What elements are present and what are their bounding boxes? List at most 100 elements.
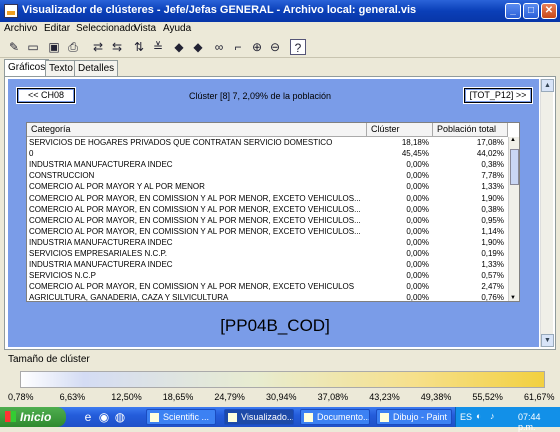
size-gradient-bar [20, 371, 545, 388]
cell-cluster: 0,00% [406, 204, 429, 214]
arrow-right-icon[interactable]: ◆ [190, 39, 206, 55]
table-scroll-down-icon[interactable]: ▼ [510, 295, 516, 301]
maximize-button[interactable]: □ [523, 3, 539, 19]
table-row[interactable]: 0 45,45% 44,02% [27, 149, 508, 158]
menu-archivo[interactable]: Archivo [4, 23, 37, 34]
explorer-icon[interactable]: ◉ [96, 409, 112, 425]
table-row[interactable]: CONSTRUCCION 0,00% 7,78% [27, 171, 508, 180]
clock: 07:44 p.m. [518, 412, 541, 432]
menu-editar[interactable]: Editar [44, 23, 70, 34]
task-paint[interactable]: Dibujo - Paint [376, 409, 452, 425]
table-row[interactable]: COMERCIO AL POR MAYOR, EN COMISSION Y AL… [27, 227, 508, 236]
cell-categoria: SERVICIOS DE HOGARES PRIVADOS QUE CONTRA… [29, 138, 333, 147]
table-scrollbar[interactable]: ▲ ▼ [508, 137, 519, 301]
task-label: Documento... [317, 412, 370, 422]
cell-poblacion: 0,38% [481, 160, 504, 170]
table-row[interactable]: INDUSTRIA MANUFACTURERA INDEC 0,00% 1,33% [27, 260, 508, 269]
table-row[interactable]: AGRICULTURA, GANADERIA, CAZA Y SILVICULT… [27, 293, 508, 301]
menu-ayuda[interactable]: Ayuda [163, 23, 191, 34]
language-indicator[interactable]: ES [460, 412, 472, 422]
cell-poblacion: 1,90% [481, 193, 504, 203]
table-row[interactable]: SERVICIOS EMPRESARIALES N.C.P. 0,00% 0,19% [27, 249, 508, 258]
table-row[interactable]: COMERCIO AL POR MAYOR, EN COMISSION Y AL… [27, 194, 508, 203]
open-icon[interactable]: ▭ [25, 39, 41, 55]
new-icon[interactable]: ✎ [6, 39, 22, 55]
table-row[interactable]: COMERCIO AL POR MAYOR Y AL POR MENOR 0,00… [27, 182, 508, 191]
task-app-icon [304, 413, 313, 422]
print-icon[interactable]: ⎙ [65, 39, 81, 55]
tab-graficos[interactable]: Gráficos [4, 59, 50, 76]
table-scroll-thumb[interactable] [510, 149, 519, 185]
swap-icon[interactable]: ⇄ [90, 39, 106, 55]
cell-categoria: COMERCIO AL POR MAYOR, EN COMISSION Y AL… [29, 204, 361, 214]
help-icon[interactable]: ? [290, 39, 306, 55]
cell-cluster: 0,00% [406, 249, 429, 258]
menu-seleccionado[interactable]: Seleccionado [76, 23, 136, 34]
cell-categoria: COMERCIO AL POR MAYOR, EN COMISSION Y AL… [29, 215, 361, 225]
panel-scrollbar[interactable]: ▲ ▼ [540, 79, 554, 347]
table-row[interactable]: SERVICIOS N.C.P 0,00% 0,57% [27, 271, 508, 280]
scroll-down-icon[interactable]: ▼ [541, 334, 554, 347]
task-app-icon [380, 413, 389, 422]
ie-icon[interactable]: e [80, 409, 96, 425]
cell-cluster: 0,00% [406, 260, 429, 270]
chart-icon[interactable]: ⌐ [230, 39, 246, 55]
size-tick-label: 0,78% [8, 392, 34, 402]
size-tick-label: 6,63% [59, 392, 86, 402]
taskbar: Inicio e ◉ ◍ Scientific ... Visualizado.… [0, 407, 560, 432]
binoculars-icon[interactable]: ∞ [211, 39, 227, 55]
cell-poblacion: 1,90% [481, 237, 504, 247]
task-visualizador[interactable]: Visualizado... [224, 409, 294, 425]
header-cluster[interactable]: Clúster [367, 123, 433, 137]
size-tick-label: 37,08% [317, 392, 349, 402]
minimize-button[interactable]: _ [505, 3, 521, 19]
tab-texto[interactable]: Texto [45, 60, 77, 76]
sort-icon[interactable]: ⇅ [131, 39, 147, 55]
zoom-out-icon[interactable]: ⊖ [267, 39, 283, 55]
close-button[interactable]: ✕ [541, 3, 557, 19]
cell-poblacion: 0,38% [481, 204, 504, 214]
size-tick-label: 18,65% [162, 392, 194, 402]
task-label: Dibujo - Paint [393, 412, 448, 422]
sort-alt-icon[interactable]: ≚ [150, 39, 166, 55]
prev-cluster-button[interactable]: << CH08 [17, 88, 75, 103]
swap-back-icon[interactable]: ⇆ [109, 39, 125, 55]
cell-categoria: COMERCIO AL POR MAYOR, EN COMISSION Y AL… [29, 193, 361, 203]
cell-cluster: 0,00% [406, 193, 429, 203]
cell-categoria: INDUSTRIA MANUFACTURERA INDEC [29, 237, 173, 247]
header-categoria[interactable]: Categoría [27, 123, 367, 137]
arrow-left-icon[interactable]: ◆ [171, 39, 187, 55]
cell-cluster: 0,00% [406, 226, 429, 236]
table-row[interactable]: COMERCIO AL POR MAYOR, EN COMISSION Y AL… [27, 205, 508, 214]
size-legend-label: Tamaño de clúster [8, 354, 90, 365]
cell-poblacion: 1,33% [481, 260, 504, 270]
cell-poblacion: 0,95% [481, 215, 504, 225]
table-row[interactable]: INDUSTRIA MANUFACTURERA INDEC 0,00% 0,38% [27, 160, 508, 169]
header-poblacion[interactable]: Población total [433, 123, 508, 137]
start-button[interactable]: Inicio [0, 407, 66, 427]
cell-categoria: INDUSTRIA MANUFACTURERA INDEC [29, 160, 173, 170]
task-documento[interactable]: Documento... [300, 409, 370, 425]
size-tick-label: 43,23% [369, 392, 400, 402]
size-tick-label: 61,67% [524, 392, 555, 402]
volume-icon[interactable]: ♪ [490, 411, 495, 421]
task-scientific[interactable]: Scientific ... [146, 409, 216, 425]
table-row[interactable]: COMERCIO AL POR MAYOR, EN COMISSION Y AL… [27, 216, 508, 225]
cell-categoria: COMERCIO AL POR MAYOR, EN COMISSION Y AL… [29, 282, 355, 292]
cell-poblacion: 1,14% [481, 226, 504, 236]
table-row[interactable]: COMERCIO AL POR MAYOR, EN COMISSION Y AL… [27, 282, 508, 291]
table-row[interactable]: INDUSTRIA MANUFACTURERA INDEC 0,00% 1,90% [27, 238, 508, 247]
size-tick-label: 30,94% [266, 392, 297, 402]
save-icon[interactable]: ▣ [46, 39, 62, 55]
task-app-icon [228, 413, 237, 422]
network-icon: ◐ [476, 411, 482, 421]
table-scroll-up-icon[interactable]: ▲ [510, 137, 516, 143]
tab-detalles[interactable]: Detalles [74, 60, 119, 76]
next-cluster-button[interactable]: [TOT_P12] >> [464, 88, 532, 103]
table-row[interactable]: SERVICIOS DE HOGARES PRIVADOS QUE CONTRA… [27, 138, 508, 147]
zoom-in-icon[interactable]: ⊕ [249, 39, 265, 55]
scroll-up-icon[interactable]: ▲ [541, 79, 554, 92]
menu-vista[interactable]: Vista [134, 23, 156, 34]
cell-categoria: COMERCIO AL POR MAYOR, EN COMISSION Y AL… [29, 226, 361, 236]
media-icon[interactable]: ◍ [112, 409, 128, 425]
